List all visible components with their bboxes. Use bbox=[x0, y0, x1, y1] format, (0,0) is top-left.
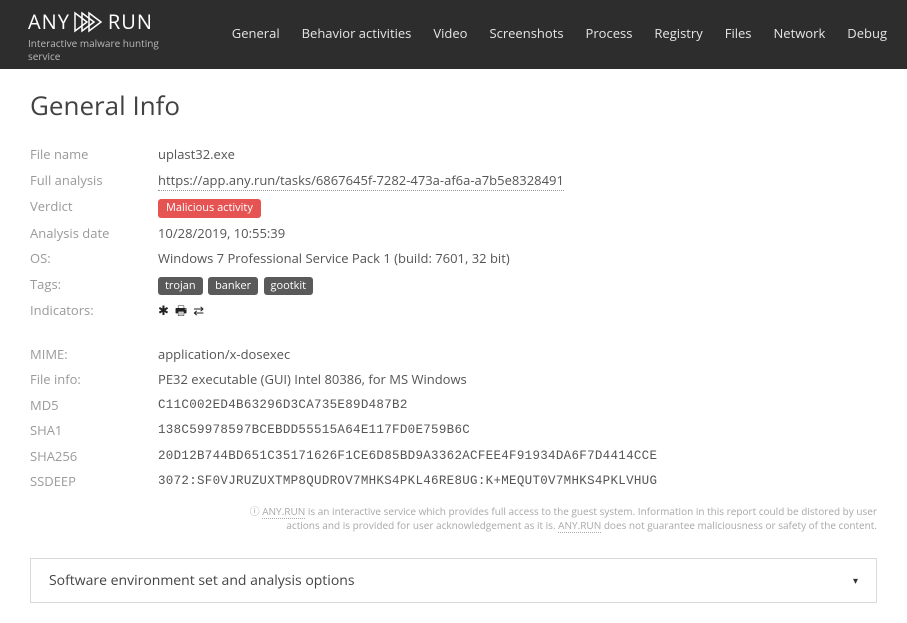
label-indicators: Indicators: bbox=[30, 301, 158, 321]
value-md5: C11C002ED4B63296D3CA735E89D487B2 bbox=[158, 396, 408, 416]
label-md5: MD5 bbox=[30, 396, 158, 416]
nav-process[interactable]: Process bbox=[586, 24, 633, 42]
nav-video[interactable]: Video bbox=[433, 24, 467, 42]
disclaimer: ⓘ ANY.RUN is an interactive service whic… bbox=[30, 504, 877, 532]
tag[interactable]: gootkit bbox=[264, 277, 314, 296]
value-tags: trojan banker gootkit bbox=[158, 275, 315, 296]
logo[interactable]: ANY RUN bbox=[28, 8, 178, 35]
accordion-software-env[interactable]: Software environment set and analysis op… bbox=[30, 558, 877, 603]
logo-area: ANY RUN Interactive malware hunting serv… bbox=[28, 8, 178, 63]
label-filename: File name bbox=[30, 145, 158, 165]
disclaimer-text2: does not guarantee maliciousness or safe… bbox=[601, 518, 877, 532]
label-ssdeep: SSDEEP bbox=[30, 472, 158, 492]
value-fullanalysis[interactable]: https://app.any.run/tasks/6867645f-7282-… bbox=[158, 171, 564, 192]
label-mime: MIME: bbox=[30, 345, 158, 365]
play-icon bbox=[74, 11, 104, 33]
label-sha256: SHA256 bbox=[30, 447, 158, 467]
brand-right: RUN bbox=[108, 8, 153, 35]
accordion-title: Software environment set and analysis op… bbox=[49, 571, 355, 590]
top-header: ANY RUN Interactive malware hunting serv… bbox=[0, 0, 907, 69]
bug-icon: ✱ bbox=[158, 301, 169, 321]
label-os: OS: bbox=[30, 249, 158, 269]
tag[interactable]: banker bbox=[208, 277, 258, 296]
nav-screenshots[interactable]: Screenshots bbox=[489, 24, 563, 42]
nav-behavior[interactable]: Behavior activities bbox=[302, 24, 412, 42]
value-os: Windows 7 Professional Service Pack 1 (b… bbox=[158, 249, 510, 269]
content: General Info File nameuplast32.exe Full … bbox=[0, 69, 907, 623]
info-icon: ⓘ bbox=[250, 504, 263, 518]
value-sha1: 138C59978597BCEBDD55515A64E117FD0E759B6C bbox=[158, 421, 470, 441]
disclaimer-brand2: ANY.RUN bbox=[558, 518, 601, 533]
nav-debug[interactable]: Debug bbox=[847, 24, 887, 42]
value-fileinfo: PE32 executable (GUI) Intel 80386, for M… bbox=[158, 370, 467, 390]
brand-left: ANY bbox=[28, 8, 70, 35]
value-mime: application/x-dosexec bbox=[158, 345, 290, 365]
label-sha1: SHA1 bbox=[30, 421, 158, 441]
network-icon: ⇄ bbox=[193, 301, 204, 321]
value-filename: uplast32.exe bbox=[158, 145, 235, 165]
chevron-down-icon: ▾ bbox=[853, 573, 858, 587]
print-icon: 🖶 bbox=[175, 301, 187, 321]
value-indicators: ✱ 🖶 ⇄ bbox=[158, 301, 204, 321]
main-nav: General Behavior activities Video Screen… bbox=[232, 8, 887, 42]
label-tags: Tags: bbox=[30, 275, 158, 296]
value-verdict: Malicious activity bbox=[158, 197, 261, 218]
page-title: General Info bbox=[30, 87, 877, 123]
label-date: Analysis date bbox=[30, 224, 158, 244]
tag[interactable]: trojan bbox=[158, 277, 203, 296]
nav-registry[interactable]: Registry bbox=[654, 24, 702, 42]
value-date: 10/28/2019, 10:55:39 bbox=[158, 224, 285, 244]
disclaimer-brand1: ANY.RUN bbox=[262, 504, 305, 519]
value-ssdeep: 3072:SF0VJRUZUXTMP8QUDROV7MHKS4PKL46RE8U… bbox=[158, 472, 657, 492]
nav-files[interactable]: Files bbox=[725, 24, 752, 42]
label-fileinfo: File info: bbox=[30, 370, 158, 390]
tagline: Interactive malware hunting service bbox=[28, 37, 178, 63]
label-verdict: Verdict bbox=[30, 197, 158, 218]
verdict-badge: Malicious activity bbox=[158, 199, 261, 218]
label-fullanalysis: Full analysis bbox=[30, 171, 158, 192]
nav-general[interactable]: General bbox=[232, 24, 280, 42]
value-sha256: 20D12B744BD651C35171626F1CE6D85BD9A3362A… bbox=[158, 447, 657, 467]
nav-network[interactable]: Network bbox=[774, 24, 826, 42]
